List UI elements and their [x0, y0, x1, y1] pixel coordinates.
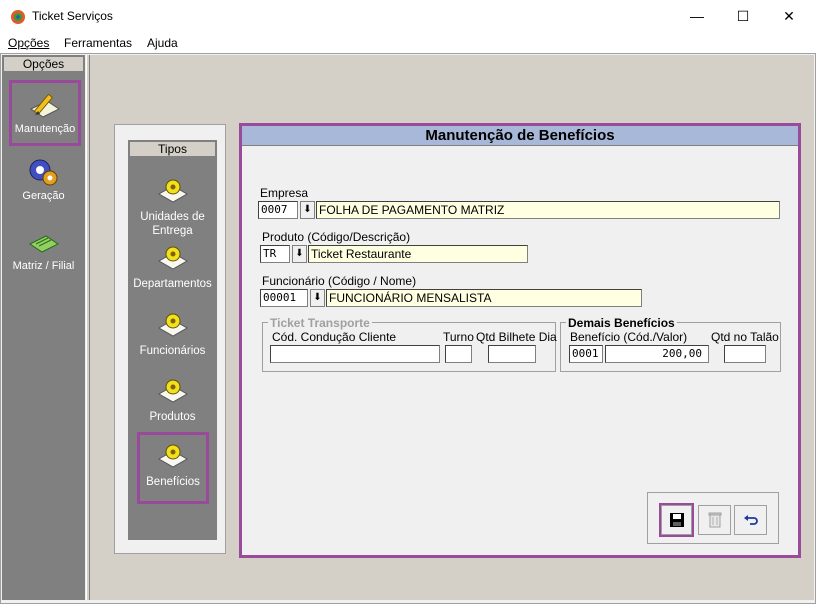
gear-document-icon — [157, 246, 188, 270]
window-title: Ticket Serviços — [32, 9, 113, 23]
beneficio-label: Benefício (Cód./Valor) — [570, 330, 688, 344]
tipo-produtos[interactable]: Produtos — [130, 376, 215, 426]
produto-code-field[interactable]: TR — [260, 245, 290, 263]
save-button[interactable] — [661, 505, 692, 535]
undo-button[interactable] — [734, 505, 767, 535]
gear-document-icon — [157, 179, 188, 203]
demais-beneficios-title: Demais Benefícios — [566, 316, 677, 330]
cod-conducao-field[interactable] — [270, 345, 440, 363]
pencil-document-icon — [30, 93, 60, 118]
tipo-departamentos[interactable]: Departamentos — [130, 243, 215, 293]
qtd-bilhete-label: Qtd Bilhete Dia — [476, 330, 557, 344]
green-document-icon — [28, 235, 59, 253]
tipo-unidades-de-entrega[interactable]: Unidades de Entrega — [130, 176, 215, 240]
menu-opcoes[interactable]: Opções — [8, 36, 49, 50]
empresa-lookup-button[interactable]: ⬇ — [300, 201, 315, 219]
download-arrow-icon: ⬇ — [303, 204, 312, 215]
delete-button[interactable] — [698, 505, 731, 535]
qtd-talao-label: Qtd no Talão — [711, 330, 779, 344]
empresa-name-field[interactable]: FOLHA DE PAGAMENTO MATRIZ — [316, 201, 780, 219]
sidebar-header: Opções — [3, 56, 84, 72]
undo-icon — [743, 515, 758, 525]
app-logo-icon — [10, 9, 26, 25]
gear-document-icon — [157, 313, 188, 337]
ticket-transporte-title: Ticket Transporte — [268, 316, 372, 330]
qtd-bilhete-field[interactable] — [488, 345, 536, 363]
sidebar-item-geracao[interactable]: Geração — [4, 156, 83, 208]
funcionario-lookup-button[interactable]: ⬇ — [310, 289, 325, 307]
save-icon — [669, 513, 684, 527]
gear-document-icon — [157, 444, 189, 468]
minimize-button[interactable]: — — [674, 0, 720, 32]
turno-field[interactable] — [445, 345, 472, 363]
produto-label: Produto (Código/Descrição) — [262, 230, 411, 244]
trash-icon — [708, 512, 721, 528]
empresa-code-field[interactable]: 0007 — [258, 201, 298, 219]
maximize-button[interactable]: ☐ — [720, 0, 766, 32]
funcionario-name-field[interactable]: FUNCIONÁRIO MENSALISTA — [326, 289, 642, 307]
sidebar-item-manutencao[interactable]: Manutenção — [9, 80, 81, 146]
produto-name-field[interactable]: Ticket Restaurante — [308, 245, 528, 263]
funcionario-label: Funcionário (Código / Nome) — [262, 274, 417, 288]
gear-document-icon — [157, 379, 188, 403]
qtd-talao-field[interactable] — [724, 345, 766, 363]
beneficio-valor-field[interactable]: 200,00 — [605, 345, 709, 363]
form-title: Manutenção de Benefícios — [242, 126, 798, 146]
produto-lookup-button[interactable]: ⬇ — [292, 245, 307, 263]
tipo-beneficios[interactable]: Benefícios — [137, 432, 209, 504]
turno-label: Turno — [443, 330, 474, 344]
close-button[interactable]: ✕ — [766, 0, 812, 32]
menu-ferramentas[interactable]: Ferramentas — [64, 36, 132, 50]
funcionario-code-field[interactable]: 00001 — [260, 289, 308, 307]
beneficio-code-field[interactable]: 0001 — [569, 345, 603, 363]
sidebar-item-matriz-filial[interactable]: Matriz / Filial — [4, 226, 83, 278]
empresa-label: Empresa — [260, 186, 309, 200]
tipo-funcionarios[interactable]: Funcionários — [130, 310, 215, 360]
download-arrow-icon: ⬇ — [295, 248, 304, 259]
tipos-header: Tipos — [129, 141, 216, 157]
menu-ajuda[interactable]: Ajuda — [147, 36, 178, 50]
download-arrow-icon: ⬇ — [313, 292, 322, 303]
cod-conducao-label: Cód. Condução Cliente — [272, 330, 397, 344]
gears-icon — [29, 159, 57, 186]
